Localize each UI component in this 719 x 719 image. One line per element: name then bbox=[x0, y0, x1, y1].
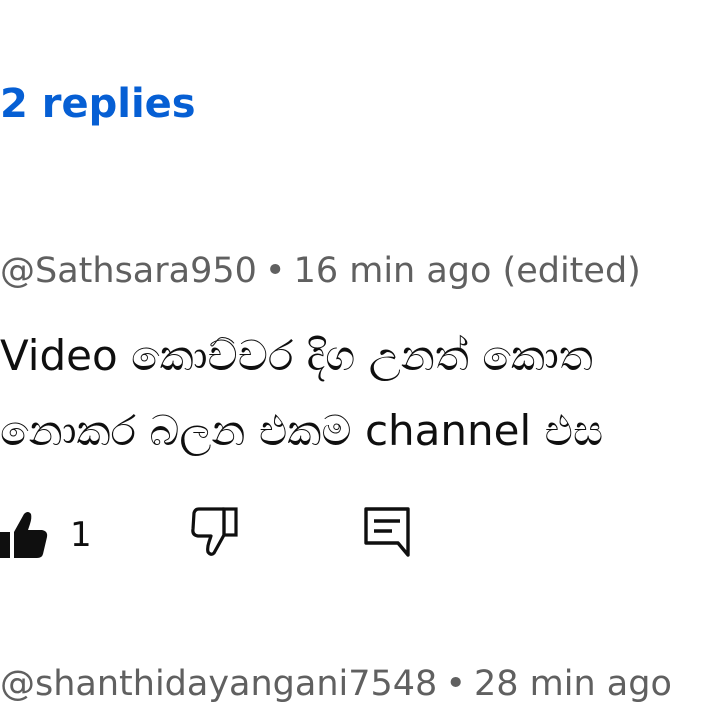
meta-separator: • bbox=[264, 251, 286, 291]
comment-meta: @Sathsara950 • 16 min ago (edited) bbox=[0, 249, 641, 293]
comment-text-line: නොකර බලන එකම channel එස bbox=[0, 406, 604, 455]
meta-separator: • bbox=[445, 664, 466, 704]
like-count: 1 bbox=[70, 515, 92, 555]
comment-meta: @shanthidayangani7548 • 28 min ago bbox=[0, 662, 672, 706]
comment-body: Video කොච්චර දිග උනත් කොත නොකර බලන එකම c… bbox=[0, 318, 719, 468]
comment-author[interactable]: @Sathsara950 bbox=[0, 249, 257, 293]
comment-text-line: Video කොච්චර දිග උනත් කොත bbox=[0, 331, 593, 380]
comment-actions: 1 bbox=[0, 505, 719, 565]
comment-timestamp: 16 min ago (edited) bbox=[293, 251, 641, 291]
view-replies-button[interactable]: 2 replies bbox=[0, 78, 196, 130]
comment-icon bbox=[362, 505, 412, 559]
dislike-button[interactable] bbox=[190, 505, 240, 557]
like-button[interactable]: 1 bbox=[0, 505, 92, 565]
thumbs-down-icon bbox=[190, 505, 240, 557]
comment-timestamp: 28 min ago bbox=[474, 664, 672, 704]
comment-author[interactable]: @shanthidayangani7548 bbox=[0, 662, 437, 706]
reply-button[interactable] bbox=[362, 505, 412, 559]
thumbs-up-icon bbox=[0, 510, 48, 560]
